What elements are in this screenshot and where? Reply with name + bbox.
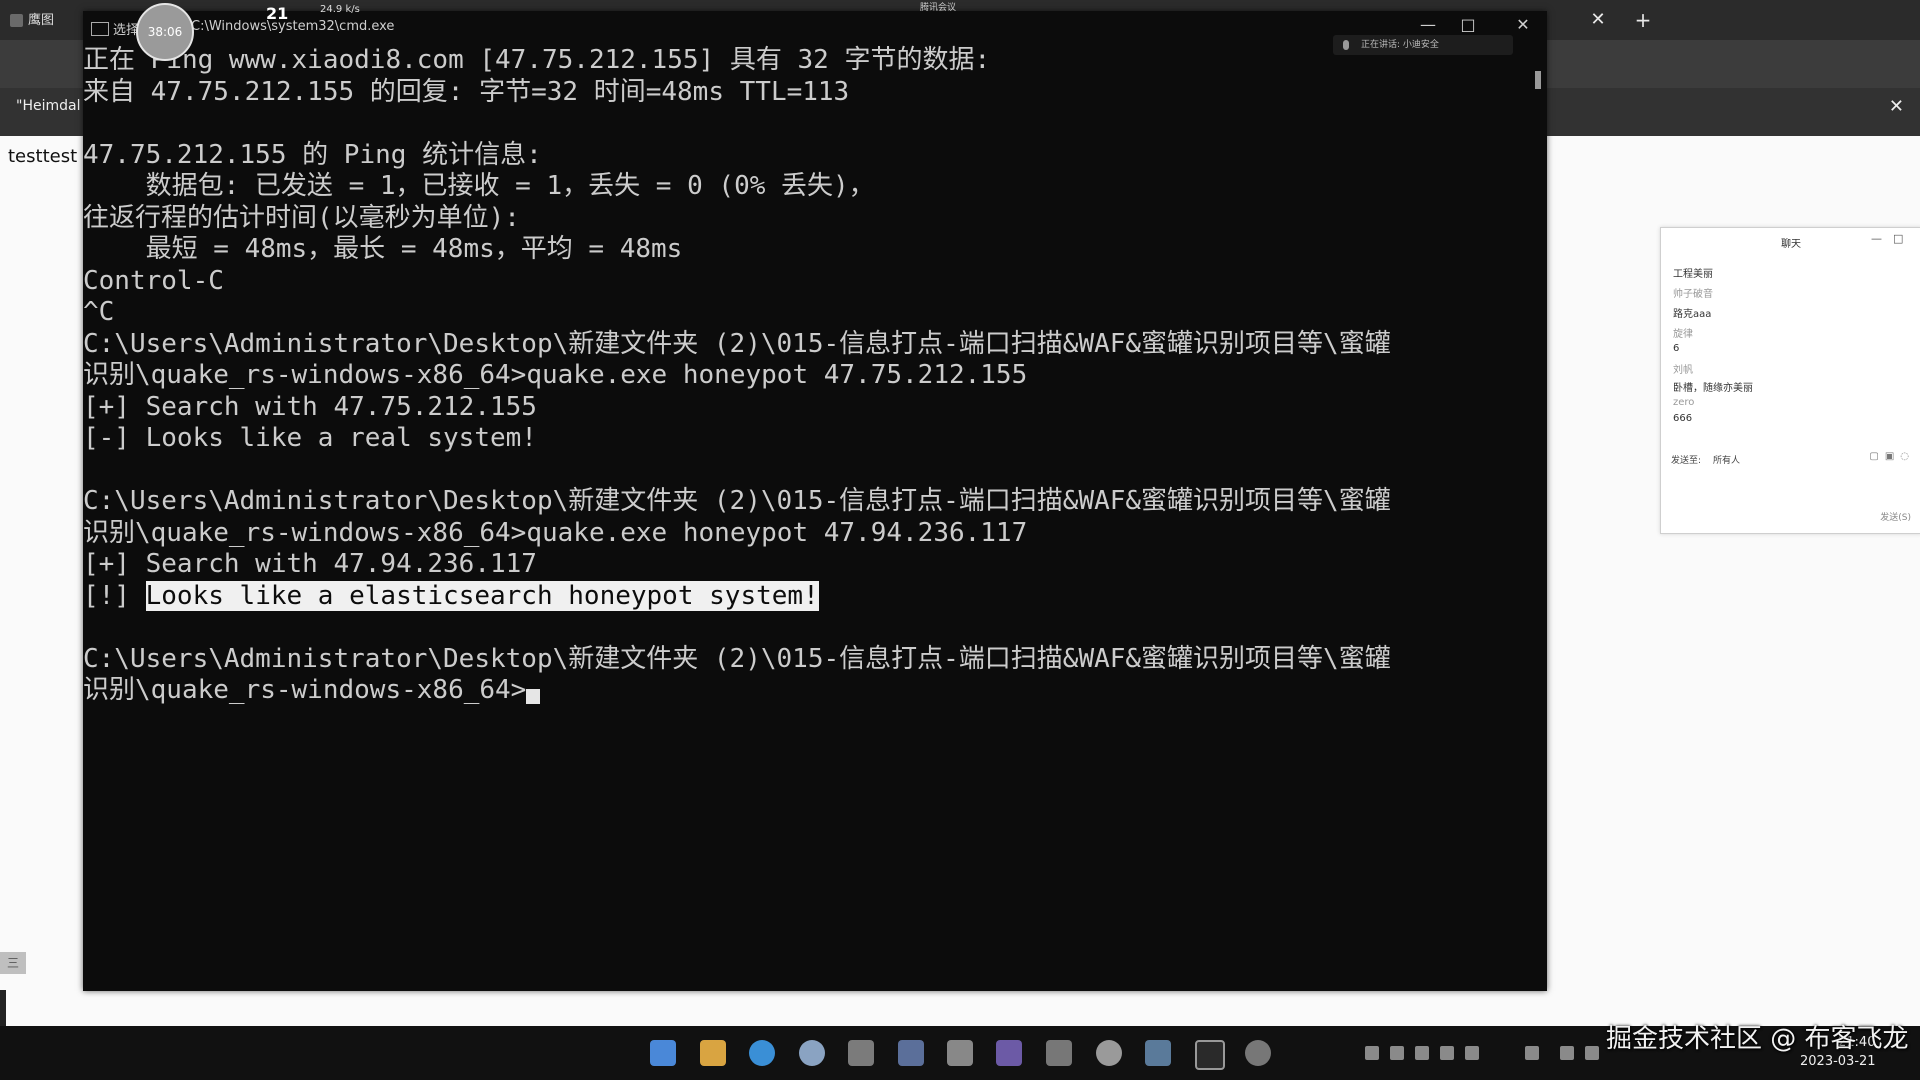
terminal-line: 来自 47.75.212.155 的回复: 字节=32 时间=48ms TTL=…: [83, 76, 850, 107]
maximize-icon[interactable]: □: [1453, 15, 1483, 34]
terminal-line: 47.75.212.155 的 Ping 统计信息:: [83, 139, 542, 170]
cloud-icon[interactable]: [1096, 1040, 1122, 1066]
terminal-line: ^C: [83, 297, 115, 327]
app-icon[interactable]: [1046, 1040, 1072, 1066]
result-prefix: [!]: [83, 580, 146, 611]
chrome-icon[interactable]: [799, 1040, 825, 1066]
watermark: 掘金技术社区 @ 布客飞龙: [1606, 1024, 1909, 1054]
selected-result-text[interactable]: Looks like a elasticsearch honeypot syst…: [145, 580, 819, 611]
close-icon[interactable]: ✕: [1889, 96, 1904, 117]
terminal-line: [+] Search with 47.94.236.117: [83, 549, 537, 579]
chat-tools-icon[interactable]: ▢▣◌: [1869, 451, 1915, 462]
prompt-line: C:\Users\Administrator\Desktop\新建文件夹 (2)…: [83, 643, 1391, 674]
page-text: testtest: [8, 146, 78, 167]
meeting-indicator[interactable]: 腾讯会议: [920, 0, 956, 13]
terminal-line: Control-C: [83, 265, 224, 296]
terminal-output[interactable]: 正在 Ping www.xiaodi8.com [47.75.212.155] …: [83, 45, 1533, 985]
photos-icon[interactable]: [898, 1040, 924, 1066]
minimize-icon[interactable]: —: [1413, 15, 1443, 34]
vscode-icon[interactable]: [996, 1040, 1022, 1066]
chat-message: 旋律: [1673, 329, 1693, 340]
cmd-window[interactable]: 选择 C:\Windows\system32\cmd.exe — □ ✕ 正在讲…: [83, 11, 1547, 991]
cmd-titlebar[interactable]: 选择 C:\Windows\system32\cmd.exe — □ ✕: [83, 11, 1547, 45]
text-cursor: [526, 689, 541, 704]
chat-message: 路克aaa: [1673, 309, 1712, 320]
start-icon[interactable]: [650, 1040, 676, 1066]
edge-browser-icon[interactable]: [749, 1040, 775, 1066]
chat-message: 刘帆: [1673, 365, 1693, 376]
chat-message: zero: [1673, 397, 1695, 408]
terminal-line-result: [!] Looks like a elasticsearch honeypot …: [83, 580, 1533, 613]
send-to-select[interactable]: 所有人: [1713, 453, 1740, 466]
tray-app-icon[interactable]: [1465, 1046, 1479, 1060]
monitor-icon[interactable]: [1525, 1046, 1539, 1060]
minimize-icon[interactable]: —: [1871, 232, 1882, 245]
shield-icon[interactable]: [1390, 1046, 1404, 1060]
terminal-line: 数据包: 已发送 = 1，已接收 = 1，丢失 = 0 (0% 丢失)，: [83, 171, 875, 201]
chat-message: 工程美丽: [1673, 269, 1713, 280]
chat-message: 666: [1673, 413, 1693, 424]
tab-favicon-icon: [10, 14, 23, 27]
chat-message: 帅子破音: [1673, 289, 1713, 300]
notes-icon[interactable]: [848, 1040, 874, 1066]
bookmark-heimdal[interactable]: "Heimdal: [16, 98, 80, 114]
speed-badge: 21: [266, 4, 289, 23]
prompt-text: 识别\quake_rs-windows-x86_64>: [83, 675, 527, 705]
tray-app-icon[interactable]: [1365, 1046, 1379, 1060]
recording-timer[interactable]: 38:06: [136, 3, 194, 61]
chat-title: 聊天: [1781, 239, 1801, 250]
terminal-line: C:\Users\Administrator\Desktop\新建文件夹 (2)…: [83, 486, 1391, 516]
steam-icon[interactable]: [1245, 1040, 1271, 1066]
page-edge: [0, 990, 6, 1026]
chat-panel: 聊天 — □ 工程美丽 帅子破音 路克aaa 旋律 6 刘帆 卧槽，随缘亦美丽 …: [1660, 227, 1920, 534]
network-icon[interactable]: [1560, 1046, 1574, 1060]
cmd-app-icon: [91, 22, 109, 36]
close-tab-icon[interactable]: ✕: [1583, 5, 1613, 35]
send-to-label: 发送至:: [1671, 456, 1702, 466]
terminal-line: 识别\quake_rs-windows-x86_64>quake.exe hon…: [83, 360, 1028, 390]
terminal-line: [+] Search with 47.75.212.155: [83, 391, 537, 422]
chat-message: 卧槽，随缘亦美丽: [1673, 383, 1753, 394]
tray-app-icon[interactable]: [1440, 1046, 1454, 1060]
file-explorer-icon[interactable]: [700, 1040, 726, 1066]
terminal-line: C:\Users\Administrator\Desktop\新建文件夹 (2)…: [83, 328, 1391, 359]
send-button[interactable]: 发送(S): [1880, 510, 1911, 523]
side-badge[interactable]: 三: [0, 952, 26, 974]
terminal-line: [-] Looks like a real system!: [83, 423, 537, 453]
new-tab-icon[interactable]: +: [1628, 5, 1658, 35]
document-icon[interactable]: [947, 1040, 973, 1066]
terminal-line: 最短 = 48ms，最长 = 48ms，平均 = 48ms: [83, 234, 683, 264]
maximize-icon[interactable]: □: [1893, 232, 1903, 245]
cmd-title-path: C:\Windows\system32\cmd.exe: [191, 19, 395, 34]
scrollbar-thumb[interactable]: [1535, 71, 1541, 89]
terminal-taskbar-icon[interactable]: [1195, 1040, 1225, 1070]
volume-icon[interactable]: [1585, 1046, 1599, 1060]
browser-tab-title: 鹰图: [28, 13, 55, 28]
meeting-app-icon[interactable]: [1145, 1040, 1171, 1066]
prompt-line[interactable]: 识别\quake_rs-windows-x86_64>: [83, 675, 1533, 707]
clock-date[interactable]: 2023-03-21: [1800, 1054, 1876, 1069]
chat-message: 6: [1673, 343, 1680, 354]
close-icon[interactable]: ✕: [1508, 15, 1538, 34]
network-speed: 24.9 k/s: [320, 4, 360, 15]
terminal-line: 识别\quake_rs-windows-x86_64>quake.exe hon…: [83, 517, 1028, 548]
terminal-line: 往返行程的估计时间(以毫秒为单位):: [83, 202, 520, 233]
terminal-line: 正在 Ping www.xiaodi8.com [47.75.212.155] …: [83, 45, 991, 75]
tray-app-icon[interactable]: [1415, 1046, 1429, 1060]
